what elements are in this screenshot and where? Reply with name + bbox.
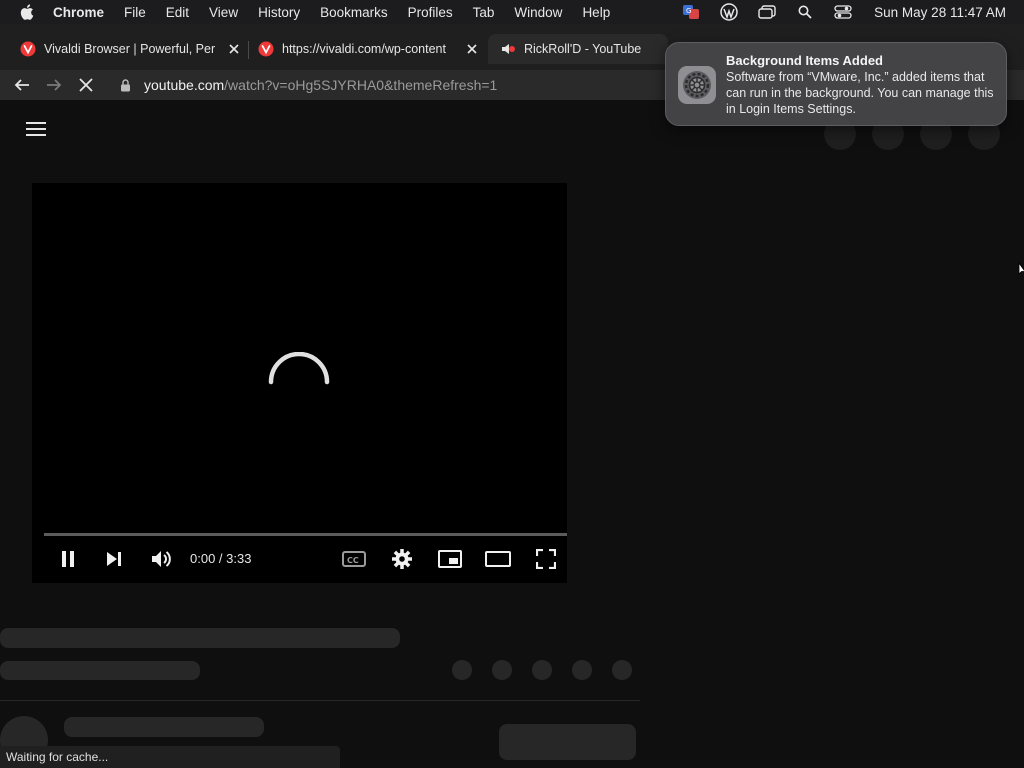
closed-captions-icon: CC [342, 551, 366, 567]
tab-vivaldi-wp-content[interactable]: https://vivaldi.com/wp-content [258, 34, 480, 64]
video-time: 0:00 / 3:33 [190, 551, 252, 566]
skip-next-icon [107, 552, 121, 566]
forward-button[interactable] [43, 74, 65, 96]
address-bar[interactable]: youtube.com/watch?v=oHg5SJYRHA0&themeRef… [108, 70, 668, 100]
video-player[interactable]: 0:00 / 3:33 CC [32, 183, 567, 583]
youtube-page: 0:00 / 3:33 CC [0, 100, 1024, 768]
menu-tab[interactable]: Tab [463, 0, 505, 24]
subtitle-skeleton [0, 661, 200, 680]
stop-loading-button[interactable] [75, 74, 97, 96]
volume-icon [152, 551, 171, 567]
notification-title: Background Items Added [726, 53, 883, 68]
action-skeleton-circle [532, 660, 552, 680]
gear-icon [392, 549, 412, 569]
tab-separator [248, 41, 249, 59]
next-button[interactable] [100, 545, 128, 573]
window-stack-icon[interactable] [756, 3, 778, 21]
tab-rickroll-youtube[interactable]: RickRoll'D - YouTube [488, 34, 668, 64]
arrow-right-icon [47, 79, 62, 91]
fullscreen-icon [536, 549, 556, 569]
system-settings-gear-icon [678, 66, 716, 104]
close-tab-icon[interactable] [464, 41, 480, 57]
action-skeleton-circle [492, 660, 512, 680]
wordpress-icon[interactable] [718, 3, 740, 21]
loading-spinner-icon [268, 352, 330, 385]
miniplayer-icon [438, 550, 462, 568]
apple-menu-icon[interactable] [19, 4, 35, 20]
background-items-notification[interactable]: Background Items Added Software from “VM… [665, 42, 1007, 126]
theater-mode-button[interactable] [484, 545, 512, 573]
svg-text:CC: CC [347, 556, 359, 565]
player-controls: 0:00 / 3:33 CC [32, 541, 567, 577]
menu-profiles[interactable]: Profiles [398, 0, 463, 24]
menu-window[interactable]: Window [504, 0, 572, 24]
back-button[interactable] [11, 74, 33, 96]
action-skeleton-circle [452, 660, 472, 680]
lock-icon[interactable] [120, 78, 134, 92]
menu-history[interactable]: History [248, 0, 310, 24]
miniplayer-button[interactable] [436, 545, 464, 573]
menubar-clock[interactable]: Sun May 28 11:47 AM [874, 5, 1006, 20]
menu-help[interactable]: Help [572, 0, 620, 24]
progress-bar[interactable] [44, 533, 567, 536]
tab-vivaldi-browser[interactable]: Vivaldi Browser | Powerful, Per [20, 34, 242, 64]
fullscreen-button[interactable] [532, 545, 560, 573]
section-divider [0, 700, 640, 701]
close-icon [79, 78, 93, 92]
audio-playing-icon [502, 44, 515, 54]
action-skeleton-circle [612, 660, 632, 680]
control-center-icon[interactable] [832, 3, 854, 21]
menu-edit[interactable]: Edit [156, 0, 199, 24]
theater-mode-icon [485, 551, 511, 567]
notification-body: Software from “VMware, Inc.” added items… [726, 70, 994, 116]
menu-view[interactable]: View [199, 0, 248, 24]
channel-name-skeleton [64, 717, 264, 737]
macos-menu-bar: Chrome File Edit View History Bookmarks … [0, 0, 1024, 24]
vivaldi-icon [20, 41, 36, 57]
menu-file[interactable]: File [114, 0, 156, 24]
svg-text:G: G [686, 7, 691, 15]
subtitles-button[interactable]: CC [340, 545, 368, 573]
tab-title: https://vivaldi.com/wp-content [282, 42, 446, 56]
mouse-cursor-icon [1018, 262, 1024, 275]
vivaldi-icon [258, 41, 274, 57]
action-skeleton-circle [572, 660, 592, 680]
browser-status-bar: Waiting for cache... [0, 746, 340, 768]
mute-button[interactable] [147, 545, 175, 573]
tab-title: Vivaldi Browser | Powerful, Per [44, 42, 216, 56]
url-path: /watch?v=oHg5SJYRHA0&themeRefresh=1 [224, 77, 498, 93]
settings-button[interactable] [388, 545, 416, 573]
pause-icon [62, 551, 74, 567]
close-tab-icon[interactable] [226, 41, 242, 57]
menu-bookmarks[interactable]: Bookmarks [310, 0, 398, 24]
menu-app-chrome[interactable]: Chrome [49, 0, 114, 24]
subscribe-button-skeleton [499, 724, 636, 760]
tab-title: RickRoll'D - YouTube [524, 42, 642, 56]
url-host: youtube.com [144, 77, 225, 93]
pause-button[interactable] [54, 545, 82, 573]
hamburger-menu-icon[interactable] [26, 122, 46, 138]
title-skeleton [0, 628, 400, 648]
arrow-left-icon [14, 79, 29, 91]
translate-icon[interactable]: G [680, 3, 702, 21]
spotlight-search-icon[interactable] [794, 3, 816, 21]
